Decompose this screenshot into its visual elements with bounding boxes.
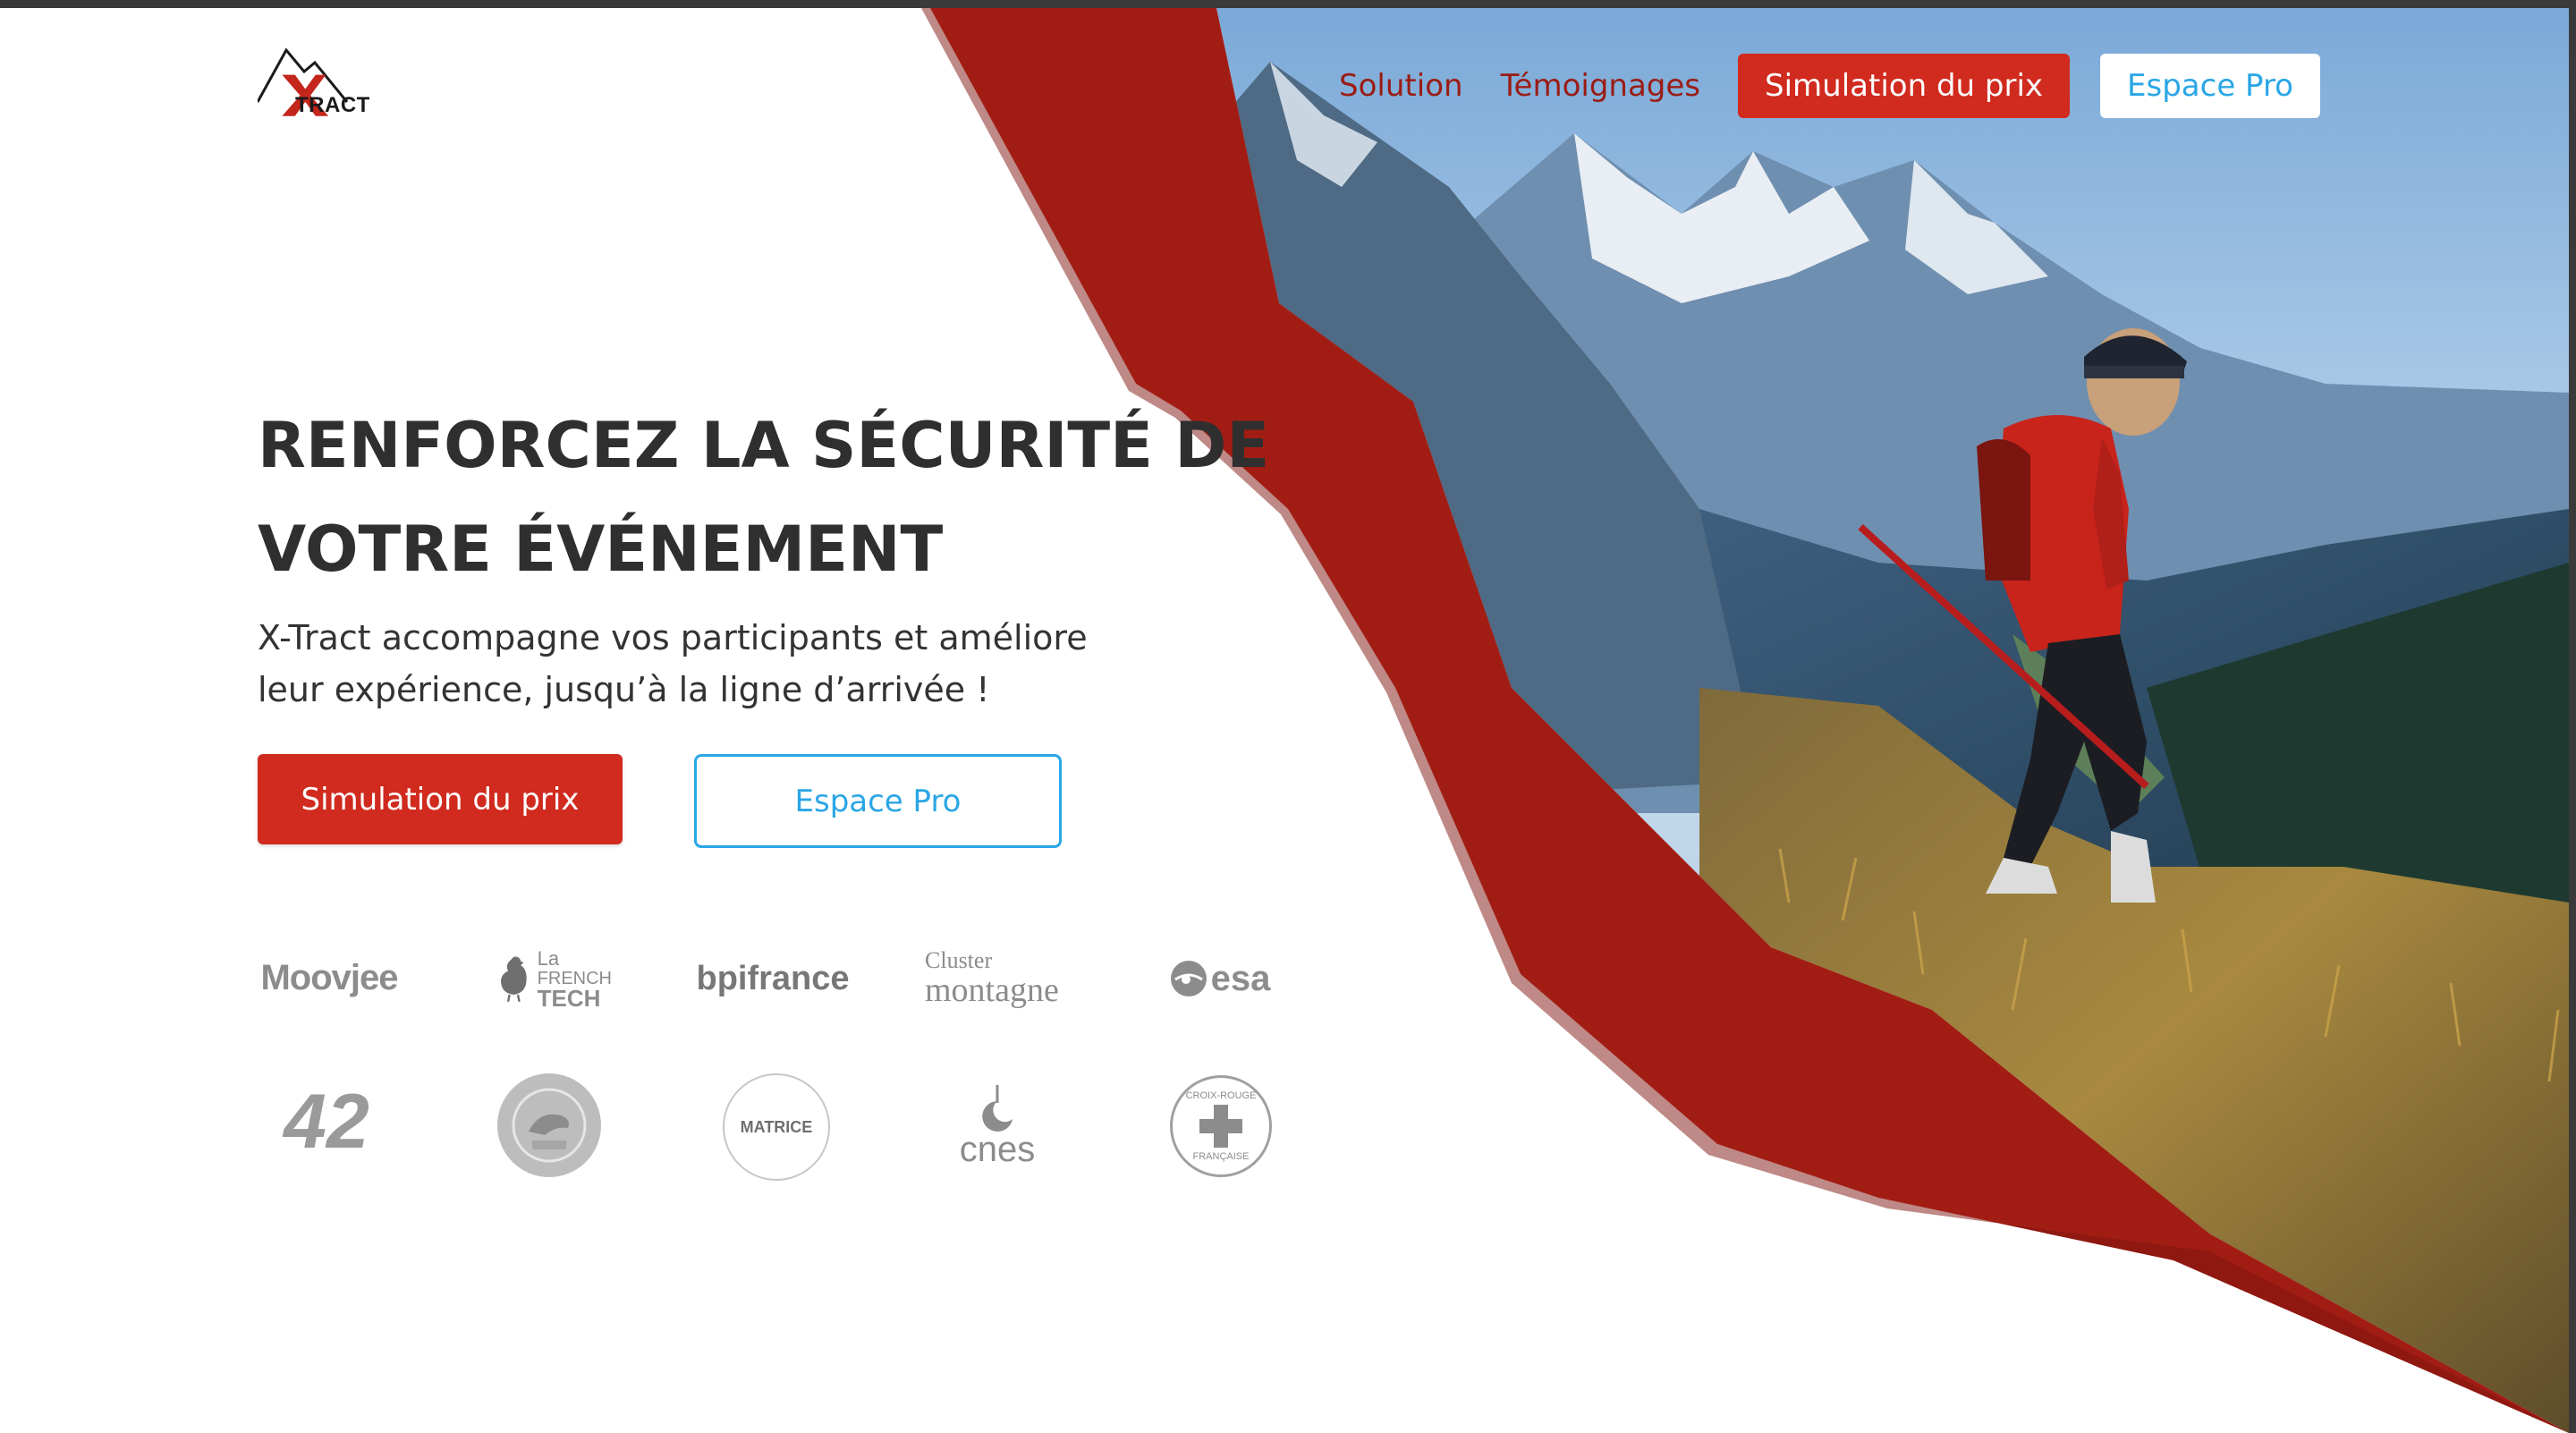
frenchtech-la: La bbox=[537, 947, 560, 970]
hero-simulation-button[interactable]: Simulation du prix bbox=[258, 754, 623, 844]
logo-text: TRACT bbox=[295, 93, 370, 117]
partner-cnes-logo: cnes bbox=[939, 1079, 1055, 1174]
seal-emblem-icon bbox=[512, 1088, 587, 1163]
hero-headline-line2: VOTRE ÉVÉNEMENT bbox=[258, 513, 944, 586]
bpifrance-text: bpifrance bbox=[696, 959, 850, 997]
nav-solution[interactable]: Solution bbox=[1339, 68, 1463, 104]
frenchtech-tech: TECH bbox=[537, 985, 601, 1012]
hero-headline-line1: RENFORCEZ LA SÉCURITÉ DE bbox=[258, 409, 1270, 482]
rooster-icon bbox=[501, 956, 527, 1003]
window-top-border bbox=[0, 0, 2576, 8]
partner-frenchtech-logo: La FRENCH TECH bbox=[496, 945, 612, 1013]
cnes-text: cnes bbox=[959, 1130, 1036, 1169]
hero-subtitle-line2: leur expérience, jusqu’à la ligne d’arri… bbox=[258, 670, 990, 709]
window-right-border bbox=[2569, 0, 2576, 1433]
cnes-emblem-icon bbox=[982, 1085, 1013, 1132]
matrice-text: MATRICE bbox=[740, 1117, 813, 1136]
hero-subtitle: X-Tract accompagne vos participants et a… bbox=[258, 612, 1259, 716]
partner-matrice-logo: MATRICE bbox=[723, 1073, 830, 1181]
partner-bpifrance-logo: bpifrance bbox=[696, 952, 849, 1005]
nav-espace-pro-button[interactable]: Espace Pro bbox=[2100, 54, 2320, 118]
main-nav: Solution Témoignages Simulation du prix … bbox=[1339, 54, 2320, 118]
partner-croix-rouge-logo: CROIX-ROUGE FRANÇAISE bbox=[1170, 1075, 1272, 1177]
croixrouge-bottom-text: FRANÇAISE bbox=[1192, 1151, 1250, 1162]
montagne-text: montagne bbox=[925, 971, 1059, 1009]
hero-headline: RENFORCEZ LA SÉCURITÉ DE VOTRE ÉVÉNEMENT bbox=[258, 394, 1367, 601]
partner-esa-logo: esa bbox=[1161, 952, 1277, 1005]
hero-espace-pro-button[interactable]: Espace Pro bbox=[694, 754, 1062, 848]
partner-cluster-montagne-logo: Cluster montagne bbox=[925, 945, 1068, 1011]
partner-moovjee-logo: Moovjee bbox=[258, 948, 401, 1007]
partner-42-logo: 42 bbox=[268, 1079, 385, 1165]
esa-text: esa bbox=[1210, 958, 1271, 998]
red-cross-icon bbox=[1199, 1105, 1242, 1148]
school42-text: 42 bbox=[284, 1078, 369, 1165]
esa-emblem-icon bbox=[1170, 961, 1207, 996]
cluster-text: Cluster bbox=[925, 947, 993, 973]
nav-simulation-button[interactable]: Simulation du prix bbox=[1738, 54, 2071, 118]
partner-seal-logo bbox=[497, 1073, 601, 1177]
hero-subtitle-line1: X-Tract accompagne vos participants et a… bbox=[258, 618, 1088, 657]
croixrouge-top-text: CROIX-ROUGE bbox=[1185, 1090, 1257, 1101]
moovjee-text: Moovjee bbox=[260, 957, 398, 997]
nav-temoignages[interactable]: Témoignages bbox=[1501, 68, 1700, 104]
hero-mountain-image bbox=[921, 8, 2569, 1433]
